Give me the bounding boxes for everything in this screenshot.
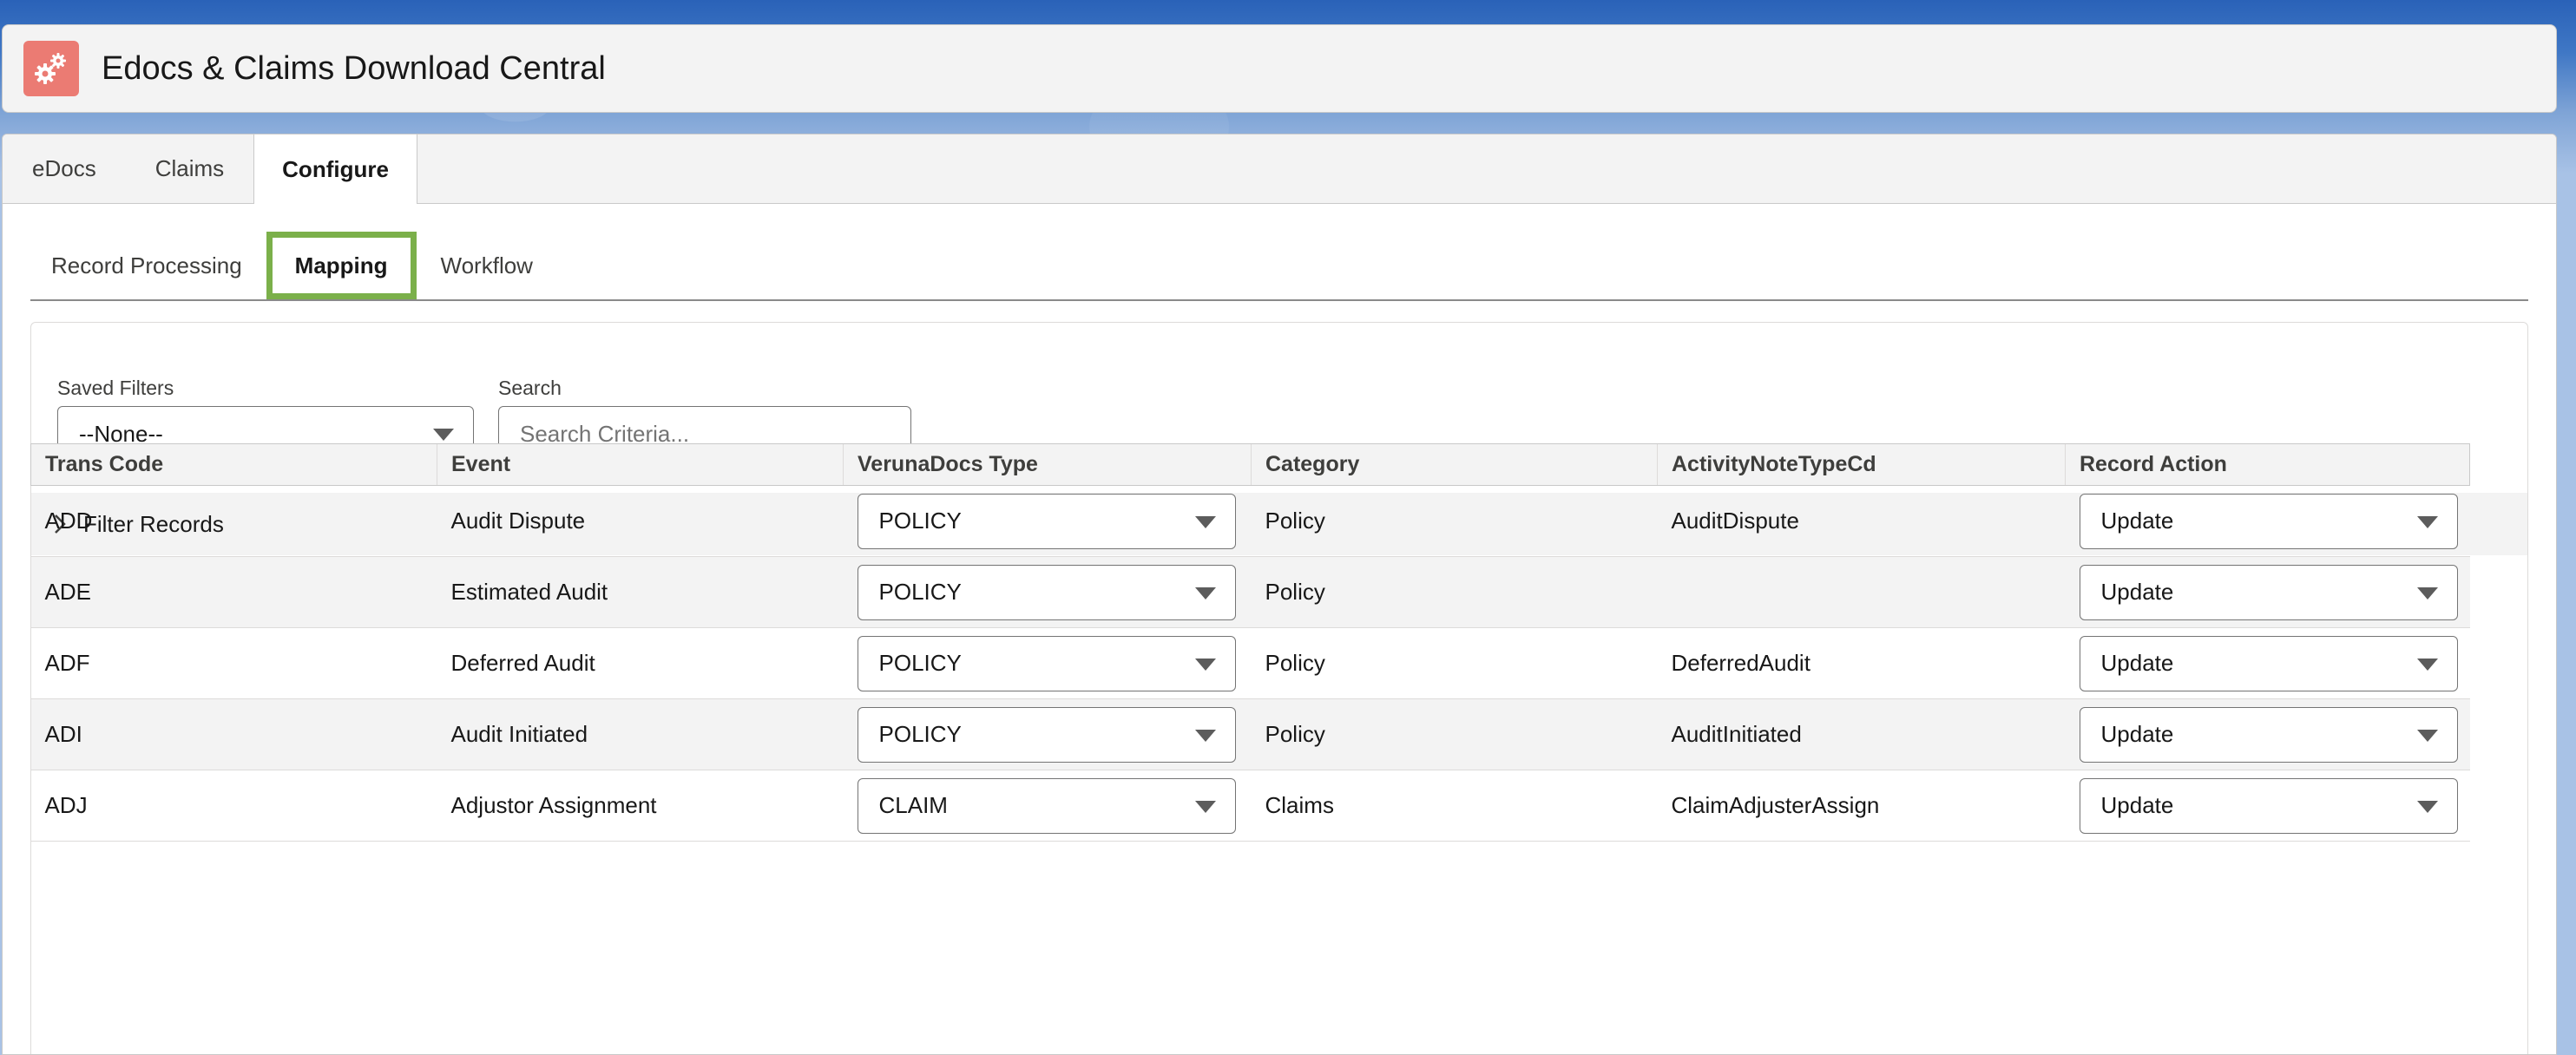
gears-icon bbox=[23, 41, 79, 96]
record-action-value: Update bbox=[2100, 579, 2174, 605]
docs-type-value: POLICY bbox=[878, 508, 962, 534]
table-row: ADJ Adjustor Assignment CLAIM Claims Cla… bbox=[30, 770, 2470, 842]
cell-event: Deferred Audit bbox=[437, 627, 844, 699]
record-action-select[interactable]: Update bbox=[2079, 706, 2458, 763]
docs-type-select[interactable]: CLAIM bbox=[857, 777, 1236, 834]
column-header-record-action[interactable]: Record Action bbox=[2065, 443, 2470, 486]
cell-record-action: Update bbox=[2065, 485, 2470, 557]
docs-type-value: POLICY bbox=[878, 579, 962, 605]
cell-trans-code: ADJ bbox=[30, 770, 437, 842]
cell-category: Policy bbox=[1251, 485, 1658, 557]
cell-docs-type: POLICY bbox=[843, 556, 1252, 628]
record-action-value: Update bbox=[2100, 508, 2174, 534]
record-action-value: Update bbox=[2100, 721, 2174, 747]
record-action-select[interactable]: Update bbox=[2079, 777, 2458, 834]
docs-type-value: POLICY bbox=[878, 721, 962, 747]
cell-event: Audit Initiated bbox=[437, 698, 844, 770]
cell-activity-note: ClaimAdjusterAssign bbox=[1657, 770, 2066, 842]
chevron-down-icon bbox=[1194, 586, 1216, 600]
cell-record-action: Update bbox=[2065, 627, 2470, 699]
cell-record-action: Update bbox=[2065, 770, 2470, 842]
column-header-event[interactable]: Event bbox=[437, 443, 844, 486]
cell-docs-type: POLICY bbox=[843, 698, 1252, 770]
cell-record-action: Update bbox=[2065, 556, 2470, 628]
cell-docs-type: POLICY bbox=[843, 485, 1252, 557]
column-header-trans-code[interactable]: Trans Code bbox=[30, 443, 437, 486]
app-header: Edocs & Claims Download Central bbox=[2, 24, 2557, 113]
chevron-down-icon bbox=[1194, 658, 1216, 671]
record-action-select[interactable]: Update bbox=[2079, 493, 2458, 549]
cell-event: Adjustor Assignment bbox=[437, 770, 844, 842]
cell-category: Claims bbox=[1251, 770, 1658, 842]
column-header-docs-type[interactable]: VerunaDocs Type bbox=[843, 443, 1252, 486]
record-action-value: Update bbox=[2100, 650, 2174, 676]
docs-type-value: POLICY bbox=[878, 650, 962, 676]
table-row: ADE Estimated Audit POLICY Policy Update bbox=[30, 556, 2470, 628]
tab-claims[interactable]: Claims bbox=[126, 134, 253, 203]
sub-tab-bar: Record Processing Mapping Workflow bbox=[30, 232, 2528, 301]
saved-filters-label: Saved Filters bbox=[57, 377, 174, 399]
docs-type-value: CLAIM bbox=[878, 792, 948, 818]
cell-activity-note bbox=[1657, 556, 2066, 628]
record-action-select[interactable]: Update bbox=[2079, 635, 2458, 691]
docs-type-select[interactable]: POLICY bbox=[857, 635, 1236, 691]
chevron-down-icon bbox=[1194, 729, 1216, 742]
cell-trans-code: ADF bbox=[30, 627, 437, 699]
docs-type-select[interactable]: POLICY bbox=[857, 493, 1236, 549]
top-tab-bar: eDocs Claims Configure bbox=[3, 134, 2556, 204]
subtab-workflow[interactable]: Workflow bbox=[420, 232, 554, 299]
table-row: ADI Audit Initiated POLICY Policy AuditI… bbox=[30, 698, 2470, 770]
search-label: Search bbox=[498, 377, 562, 399]
main-panel: eDocs Claims Configure Record Processing… bbox=[2, 134, 2557, 1055]
chevron-down-icon bbox=[1194, 800, 1216, 813]
column-header-activity-note[interactable]: ActivityNoteTypeCd bbox=[1657, 443, 2066, 486]
table-header-row: Trans Code Event VerunaDocs Type Categor… bbox=[30, 443, 2470, 486]
cell-category: Policy bbox=[1251, 698, 1658, 770]
cell-docs-type: POLICY bbox=[843, 627, 1252, 699]
chevron-down-icon bbox=[2416, 658, 2438, 671]
subtab-record-processing[interactable]: Record Processing bbox=[30, 232, 263, 299]
chevron-down-icon bbox=[1194, 515, 1216, 528]
tab-edocs[interactable]: eDocs bbox=[3, 134, 126, 203]
cell-activity-note: DeferredAudit bbox=[1657, 627, 2066, 699]
subtab-mapping[interactable]: Mapping bbox=[266, 232, 417, 299]
cell-trans-code: ADE bbox=[30, 556, 437, 628]
column-header-category[interactable]: Category bbox=[1251, 443, 1658, 486]
cell-docs-type: CLAIM bbox=[843, 770, 1252, 842]
chevron-down-icon bbox=[433, 429, 454, 441]
table-row: ADD Audit Dispute POLICY Policy AuditDis… bbox=[30, 485, 2470, 557]
record-action-select[interactable]: Update bbox=[2079, 564, 2458, 620]
cell-event: Estimated Audit bbox=[437, 556, 844, 628]
table-row: ADF Deferred Audit POLICY Policy Deferre… bbox=[30, 627, 2470, 699]
docs-type-select[interactable]: POLICY bbox=[857, 564, 1236, 620]
chevron-down-icon bbox=[2416, 515, 2438, 528]
cell-trans-code: ADD bbox=[30, 485, 437, 557]
cell-activity-note: AuditInitiated bbox=[1657, 698, 2066, 770]
record-action-value: Update bbox=[2100, 792, 2174, 818]
chevron-down-icon bbox=[2416, 800, 2438, 813]
docs-type-select[interactable]: POLICY bbox=[857, 706, 1236, 763]
cell-category: Policy bbox=[1251, 627, 1658, 699]
chevron-down-icon bbox=[2416, 586, 2438, 600]
chevron-down-icon bbox=[2416, 729, 2438, 742]
tab-configure[interactable]: Configure bbox=[253, 134, 417, 204]
cell-event: Audit Dispute bbox=[437, 485, 844, 557]
cell-record-action: Update bbox=[2065, 698, 2470, 770]
app-title: Edocs & Claims Download Central bbox=[102, 49, 606, 87]
cell-trans-code: ADI bbox=[30, 698, 437, 770]
cell-activity-note: AuditDispute bbox=[1657, 485, 2066, 557]
mapping-table: Trans Code Event VerunaDocs Type Categor… bbox=[30, 443, 2470, 842]
cell-category: Policy bbox=[1251, 556, 1658, 628]
